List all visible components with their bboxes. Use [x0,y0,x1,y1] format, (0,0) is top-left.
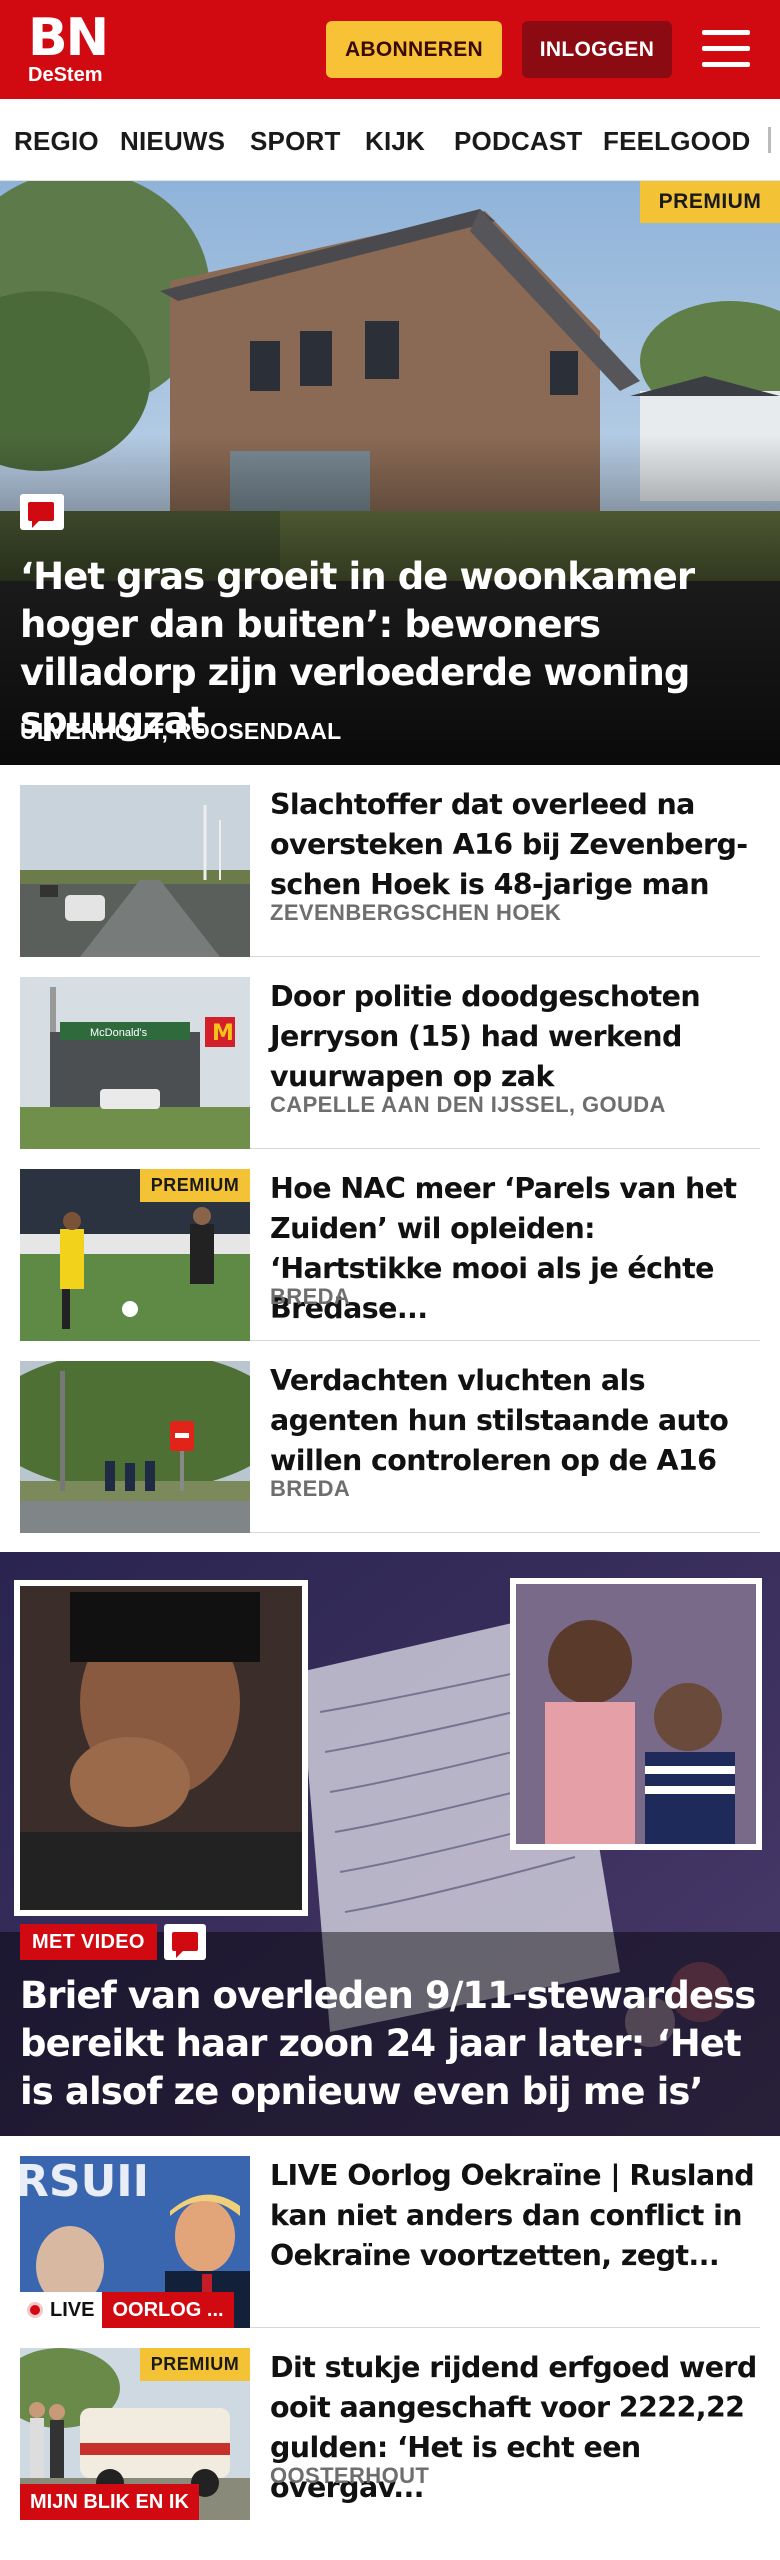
list-item[interactable]: McDonald's M Door politie doodgeschoten … [20,957,760,1149]
site-logo[interactable]: BN DeStem [28,8,109,86]
nav-item-regio[interactable]: REGIO [14,126,99,157]
premium-badge: PREMIUM [140,1169,250,1202]
hero-article[interactable]: PREMIUM ‘Het gras groeit in de woonkamer… [0,181,780,765]
list-item[interactable]: PREMIUM Hoe NAC meer ‘Parels van het Zui… [20,1149,760,1341]
video-tag: MET VIDEO [20,1924,157,1960]
nav-item-podcast[interactable]: PODCAST [454,126,583,157]
svg-text:M: M [212,1021,234,1046]
list-item[interactable]: Slachtoffer dat overleed na oversteken A… [20,765,760,957]
site-header: BN DeStem ABONNEREN INLOGGEN [0,0,780,99]
list-item[interactable]: Verdachten vluchten als agenten hun stil… [20,1341,760,1533]
list-item[interactable]: PREMIUM MIJN BLIK EN IK Dit stukje rijde… [20,2328,760,2560]
premium-badge: PREMIUM [640,181,780,223]
article-headline[interactable]: Verdachten vluchten als agenten hun stil… [270,1361,760,1481]
comment-icon [20,494,64,530]
article-thumbnail: McDonald's M [20,977,250,1149]
video-article[interactable]: MET VIDEO Brief van overleden 9/11-stewa… [0,1552,780,2136]
live-label: LIVE [50,2298,95,2321]
article-headline[interactable]: LIVE Oorlog Oekraïne | Rusland kan niet … [270,2156,760,2276]
article-location: CAPELLE AAN DEN IJSSEL, GOUDA [270,1092,666,1117]
article-thumbnail [20,785,250,957]
article-thumbnail: RSUII LIVE OORLOG ... [20,2156,250,2328]
live-badge: LIVE [20,2292,103,2328]
logo-subtitle: DeStem [28,64,103,86]
category-tag: MIJN BLIK EN IK [20,2484,199,2520]
article-headline[interactable]: Door politie doodgeschoten Jerryson (15)… [270,977,760,1097]
article-location: ZEVENBERGSCHEN HOEK [270,900,562,925]
category-tag: OORLOG ... [102,2292,234,2328]
nav-overflow-indicator [768,127,771,153]
menu-icon[interactable] [700,26,752,72]
live-badge-row: LIVE OORLOG ... [20,2292,234,2328]
article-thumbnail: PREMIUM [20,1169,250,1341]
live-dot-icon [30,2305,40,2315]
article-thumbnail [20,1361,250,1533]
svg-text:McDonald's: McDonald's [90,1027,148,1039]
article-thumbnail: PREMIUM MIJN BLIK EN IK [20,2348,250,2520]
hero-headline[interactable]: ‘Het gras groeit in de woonkamer hoger d… [20,553,765,745]
nav-item-sport[interactable]: SPORT [250,126,341,157]
nav-item-kijk[interactable]: KIJK [365,126,425,157]
nav-item-feelgood[interactable]: FEELGOOD [603,126,751,157]
video-headline[interactable]: Brief van overleden 9/11-stewardess bere… [20,1972,770,2116]
comment-icon [164,1924,206,1960]
logo-mark: BN [28,8,109,68]
svg-text:RSUII: RSUII [20,2156,149,2207]
login-button[interactable]: INLOGGEN [522,21,672,78]
article-location: OOSTERHOUT [270,2463,430,2488]
article-location: BREDA [270,1284,351,1309]
article-location: BREDA [270,1476,351,1501]
article-headline[interactable]: Slachtoffer dat overleed na oversteken A… [270,785,760,905]
nav-item-nieuws[interactable]: NIEUWS [120,126,225,157]
list-item[interactable]: RSUII LIVE OORLOG ... LIVE Oorlog Oekraï… [20,2136,760,2328]
main-nav: REGIO NIEUWS SPORT KIJK PODCAST FEELGOOD [0,99,780,181]
subscribe-button[interactable]: ABONNEREN [326,21,502,78]
hero-location: ULVENHOUT, ROOSENDAAL [20,718,342,744]
premium-badge: PREMIUM [140,2348,250,2381]
